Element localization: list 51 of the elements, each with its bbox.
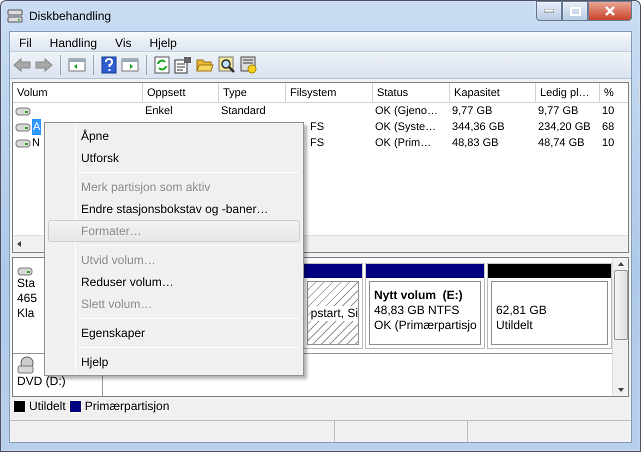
table-cell-text: FS	[310, 120, 324, 135]
partition-info: Utildelt	[496, 318, 534, 333]
disk-label: 465	[17, 291, 38, 306]
partition-info: OK (Primærpartisjo	[374, 318, 476, 333]
volume-name[interactable]: N	[32, 135, 40, 151]
partition-info: 62,81 GB	[496, 303, 548, 318]
legend-label: Primærpartisjon	[84, 398, 170, 415]
table-cell-text: OK (Gjeno…	[375, 104, 438, 119]
column-header[interactable]: Oppsett	[143, 83, 219, 102]
disk-label: DVD (D:)	[17, 374, 66, 389]
disk-label: Kla	[17, 306, 34, 321]
window-title: Diskbehandling	[29, 8, 112, 25]
table-cell-text: 344,36 GB	[452, 120, 505, 135]
column-header[interactable]: Filsystem	[286, 83, 373, 102]
partition-info: pstart, Si	[310, 306, 358, 320]
table-cell-text: 68	[602, 120, 614, 135]
table-cell-text: 234,20 GB	[538, 120, 591, 135]
menu-item[interactable]: Åpne	[48, 125, 300, 147]
disk-label: Sta	[17, 276, 36, 291]
partition-block[interactable]: Nytt volum (E:) 48,83 GB NTFS OK (Primærpartisjo	[365, 263, 485, 349]
menu-item[interactable]: Egenskaper	[48, 322, 300, 344]
table-cell-text: Enkel	[145, 104, 173, 119]
table-cell-text: 10	[602, 104, 614, 119]
partition-block[interactable]: 62,81 GB Utildelt	[487, 263, 612, 349]
table-cell-text: FS	[310, 136, 324, 151]
menu-item[interactable]: Hjelp	[140, 32, 186, 51]
legend-label: Utildelt	[29, 398, 66, 415]
column-header[interactable]: Type	[219, 83, 286, 102]
column-header[interactable]: Volum	[13, 83, 143, 102]
partition-info: 48,83 GB NTFS	[374, 303, 460, 318]
table-cell-text: 10	[602, 136, 614, 151]
menu-item[interactable]: Endre stasjonsbokstav og -baner…	[48, 198, 300, 220]
menu-item[interactable]: Fil	[10, 32, 41, 51]
column-header[interactable]: Ledig pl…	[536, 83, 600, 102]
menu-item[interactable]: Vis	[106, 32, 140, 51]
column-header[interactable]: Status	[373, 83, 450, 102]
column-header[interactable]: Kapasitet	[450, 83, 536, 102]
table-cell-text: 9,77 GB	[538, 104, 578, 119]
table-cell-text: OK (Syste…	[375, 120, 436, 135]
menu-item[interactable]: Reduser volum…	[48, 271, 300, 293]
table-cell-text: OK (Prim…	[375, 136, 432, 151]
table-cell-text: 9,77 GB	[452, 104, 492, 119]
partition-block[interactable]: pstart, Si	[303, 263, 363, 349]
menu-item[interactable]: Hjelp	[48, 351, 300, 373]
menu-item[interactable]: Handling	[40, 32, 106, 51]
column-header[interactable]: %	[600, 83, 640, 102]
table-cell-text: 48,83 GB	[452, 136, 498, 151]
table-cell-text: 48,74 GB	[538, 136, 584, 151]
menu-item[interactable]: Utforsk	[48, 147, 300, 169]
table-cell-text: Standard	[221, 104, 266, 119]
partition-name: Nytt volum (E:)	[374, 288, 464, 303]
